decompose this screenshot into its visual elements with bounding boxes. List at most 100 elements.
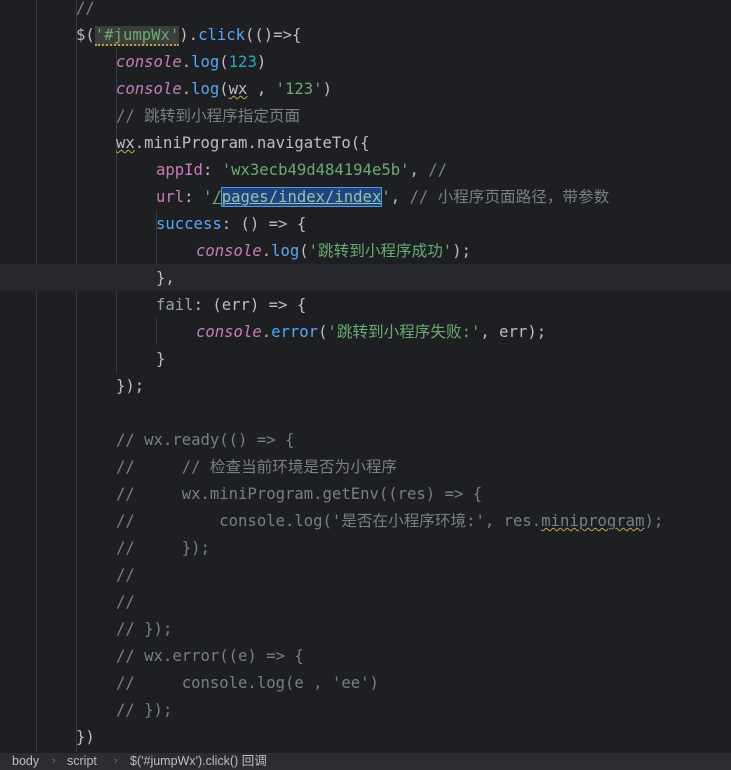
code-token: // (116, 566, 135, 584)
code-token: : (err) => { (193, 296, 307, 314)
code-token: , (409, 161, 429, 179)
code-token: '跳转到小程序成功' (308, 242, 453, 260)
code-line[interactable]: // (116, 589, 135, 616)
code-token: // // 检查当前环境是否为小程序 (116, 458, 398, 476)
code-line[interactable]: url: '/pages/index/index', // 小程序页面路径，带参… (156, 184, 609, 211)
code-token: '#jumpWx' (94, 26, 180, 46)
code-token: '跳转到小程序失败:' (327, 323, 481, 341)
code-line[interactable]: // }); (116, 697, 172, 724)
code-token: , (247, 80, 276, 98)
code-token: (()=>{ (245, 26, 302, 44)
code-token: // }); (116, 701, 173, 719)
code-token: }); (116, 377, 145, 395)
code-editor[interactable]: //$('#jumpWx').click(()=>{console.log(12… (0, 0, 731, 752)
code-token: log (271, 242, 300, 260)
code-token: console (116, 80, 182, 98)
breadcrumb-item-click-callback[interactable]: $('#jumpWx').click() 回调 (130, 753, 267, 770)
code-token: }) (76, 728, 95, 746)
code-token: $( (76, 26, 95, 44)
code-line[interactable]: console.log(wx , '123') (116, 76, 332, 103)
code-token: wx (228, 80, 248, 98)
code-token: 'wx3ecb49d484194e5b' (221, 161, 410, 179)
code-line[interactable]: appId: 'wx3ecb49d484194e5b', // (156, 157, 447, 184)
code-line[interactable]: }); (116, 373, 144, 400)
code-token: // (116, 593, 135, 611)
code-line[interactable]: // wx.miniProgram.getEnv((res) => { (116, 481, 482, 508)
code-token: fail (156, 296, 194, 314)
code-token: // }); (116, 620, 173, 638)
code-token: '123' (275, 80, 323, 98)
code-line[interactable]: console.log(123) (116, 49, 266, 76)
code-line[interactable]: $('#jumpWx').click(()=>{ (76, 22, 301, 49)
breadcrumb-separator-icon: › (52, 755, 56, 767)
code-token: console (116, 53, 182, 71)
code-token: : (184, 188, 203, 206)
breadcrumb-item-script[interactable]: script (67, 753, 97, 770)
code-token: success (156, 215, 222, 233)
code-line[interactable]: console.error('跳转到小程序失败:', err); (196, 319, 546, 346)
code-line[interactable]: // 跳转到小程序指定页面 (116, 103, 300, 130)
code-token: .miniProgram.navigateTo({ (134, 134, 370, 152)
code-token: // wx.error((e) => { (116, 647, 304, 665)
code-line[interactable]: fail: (err) => { (156, 292, 306, 319)
indent-guide (36, 0, 37, 752)
code-token: log (191, 53, 220, 71)
breadcrumb-item-body[interactable]: body (12, 753, 39, 770)
code-token: ( (219, 80, 229, 98)
indent-guide (76, 0, 77, 752)
code-token: // wx.miniProgram.getEnv((res) => { (116, 485, 483, 503)
code-token: , (390, 188, 410, 206)
code-token: } (156, 350, 166, 368)
code-token: // 跳转到小程序指定页面 (116, 107, 301, 125)
code-token: ' (202, 188, 213, 206)
code-token: wx (116, 134, 135, 152)
code-token: // 小程序页面路径，带参数 (409, 188, 610, 206)
code-token: console (196, 323, 262, 341)
code-line[interactable]: // }); (116, 535, 210, 562)
code-token: appId (156, 161, 203, 179)
code-token: error (271, 323, 319, 341)
code-token: . (181, 80, 192, 98)
code-line[interactable]: }) (76, 724, 95, 751)
code-token: log (191, 80, 220, 98)
code-token: // (428, 161, 448, 179)
code-token: miniprogram (541, 512, 645, 530)
breadcrumb: body › script › $('#jumpWx').click() 回调 (0, 752, 731, 770)
code-line[interactable]: // // 检查当前环境是否为小程序 (116, 454, 397, 481)
code-token: ( (299, 242, 309, 260)
code-line[interactable]: } (156, 346, 165, 373)
code-token: // }); (116, 539, 210, 557)
code-token: ) (256, 53, 267, 71)
code-token: . (261, 323, 272, 341)
code-token: // console.log(e , 'ee') (116, 674, 379, 692)
code-token: pages/index/index (220, 187, 383, 207)
code-token: }, (156, 269, 175, 287)
code-token: / (212, 188, 222, 206)
code-line[interactable]: // console.log(e , 'ee') (116, 670, 379, 697)
code-line[interactable]: // wx.error((e) => { (116, 643, 304, 670)
code-token: ). (179, 26, 199, 44)
code-token: ) (322, 80, 332, 98)
code-token: ); (452, 242, 471, 260)
code-line[interactable]: success: () => { (156, 211, 306, 238)
code-line[interactable]: // }); (116, 616, 172, 643)
code-line[interactable]: // console.log('是否在小程序环境:', res.miniprog… (116, 508, 663, 535)
code-token: : () => { (221, 215, 307, 233)
code-line[interactable]: // (116, 562, 135, 589)
code-token: click (198, 26, 246, 44)
code-line[interactable]: // (76, 0, 95, 22)
code-token: , err); (480, 323, 547, 341)
code-token: 123 (228, 53, 257, 71)
code-token: ( (219, 53, 229, 71)
code-line[interactable]: // wx.ready(() => { (116, 427, 294, 454)
code-token: // wx.ready(() => { (116, 431, 295, 449)
code-token: . (181, 53, 192, 71)
code-line[interactable]: }, (156, 265, 175, 292)
current-line-highlight (0, 264, 731, 291)
breadcrumb-separator-icon: › (114, 755, 118, 767)
code-line[interactable]: wx.miniProgram.navigateTo({ (116, 130, 370, 157)
code-token: : (202, 161, 222, 179)
code-token: // console.log('是否在小程序环境:', res. (116, 512, 542, 530)
code-token: . (261, 242, 272, 260)
code-line[interactable]: console.log('跳转到小程序成功'); (196, 238, 471, 265)
